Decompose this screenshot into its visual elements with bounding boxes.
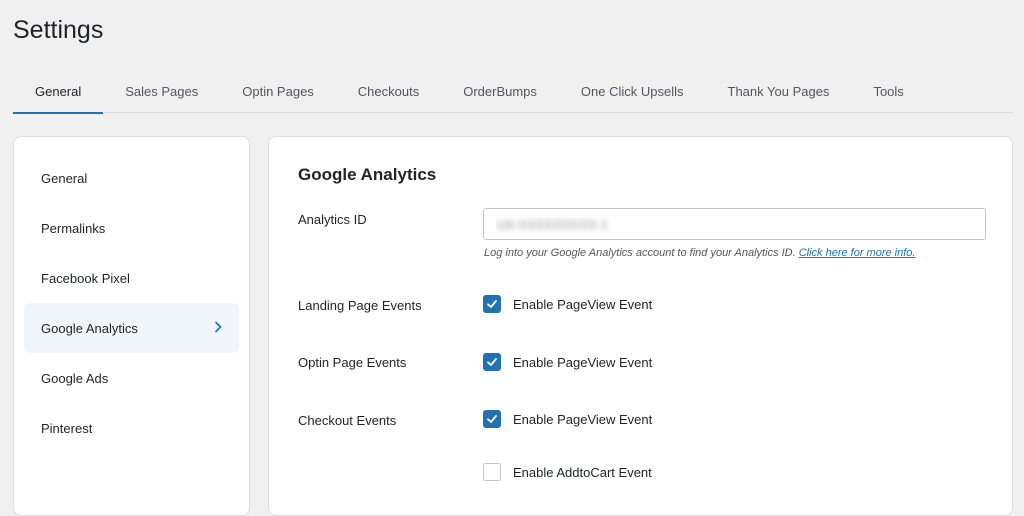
settings-tabs: General Sales Pages Optin Pages Checkout… (13, 69, 1013, 114)
sidebar-item-pinterest[interactable]: Pinterest (24, 403, 239, 453)
checkbox-label: Enable PageView Event (513, 354, 653, 370)
analytics-id-input[interactable] (483, 208, 986, 240)
sidebar-item-general[interactable]: General (24, 153, 239, 203)
checkmark-icon (487, 358, 497, 366)
help-text: Log into your Google Analytics account t… (484, 247, 796, 259)
landing-pageview-option[interactable]: Enable PageView Event (483, 295, 652, 313)
checkout-addtocart-checkbox[interactable] (483, 463, 501, 481)
optin-pageview-checkbox[interactable] (483, 353, 501, 371)
checkout-pageview-option[interactable]: Enable PageView Event (483, 410, 652, 428)
checkbox-label: Enable PageView Event (513, 296, 653, 312)
sidebar-item-label: General (41, 170, 88, 186)
chevron-right-icon (214, 321, 222, 336)
sidebar-item-label: Google Analytics (41, 320, 138, 336)
tab-checkouts[interactable]: Checkouts (336, 69, 441, 113)
checkout-events-label: Checkout Events (298, 413, 397, 428)
tab-one-click-upsells[interactable]: One Click Upsells (559, 69, 706, 113)
google-analytics-panel: Google Analytics Analytics ID Log into y… (268, 136, 1013, 516)
analytics-id-help: Log into your Google Analytics account t… (484, 247, 915, 259)
tab-tools[interactable]: Tools (851, 69, 925, 113)
analytics-id-label: Analytics ID (298, 212, 367, 227)
checkout-addtocart-option[interactable]: Enable AddtoCart Event (483, 463, 652, 481)
page-title: Settings (13, 16, 104, 44)
sidebar-item-permalinks[interactable]: Permalinks (24, 203, 239, 253)
tab-thank-you-pages[interactable]: Thank You Pages (706, 69, 852, 113)
landing-page-events-label: Landing Page Events (298, 298, 422, 313)
landing-pageview-checkbox[interactable] (483, 295, 501, 313)
sidebar-item-facebook-pixel[interactable]: Facebook Pixel (24, 253, 239, 303)
tab-optin-pages[interactable]: Optin Pages (220, 69, 336, 113)
checkbox-label: Enable AddtoCart Event (513, 464, 652, 480)
checkmark-icon (487, 415, 497, 423)
settings-sidebar: General Permalinks Facebook Pixel Google… (13, 136, 250, 516)
sidebar-item-label: Permalinks (41, 220, 106, 236)
sidebar-item-label: Pinterest (41, 420, 93, 436)
sidebar-item-google-analytics[interactable]: Google Analytics (24, 303, 239, 353)
tab-sales-pages[interactable]: Sales Pages (103, 69, 220, 113)
checkout-pageview-checkbox[interactable] (483, 410, 501, 428)
sidebar-item-google-ads[interactable]: Google Ads (24, 353, 239, 403)
optin-pageview-option[interactable]: Enable PageView Event (483, 353, 652, 371)
tab-orderbumps[interactable]: OrderBumps (441, 69, 559, 113)
help-link[interactable]: Click here for more info. (799, 247, 916, 259)
sidebar-item-label: Facebook Pixel (41, 270, 130, 286)
optin-page-events-label: Optin Page Events (298, 355, 407, 370)
panel-title: Google Analytics (298, 165, 437, 184)
tab-general[interactable]: General (13, 69, 104, 114)
sidebar-item-label: Google Ads (41, 370, 109, 386)
checkmark-icon (487, 300, 497, 308)
checkbox-label: Enable PageView Event (513, 411, 653, 427)
